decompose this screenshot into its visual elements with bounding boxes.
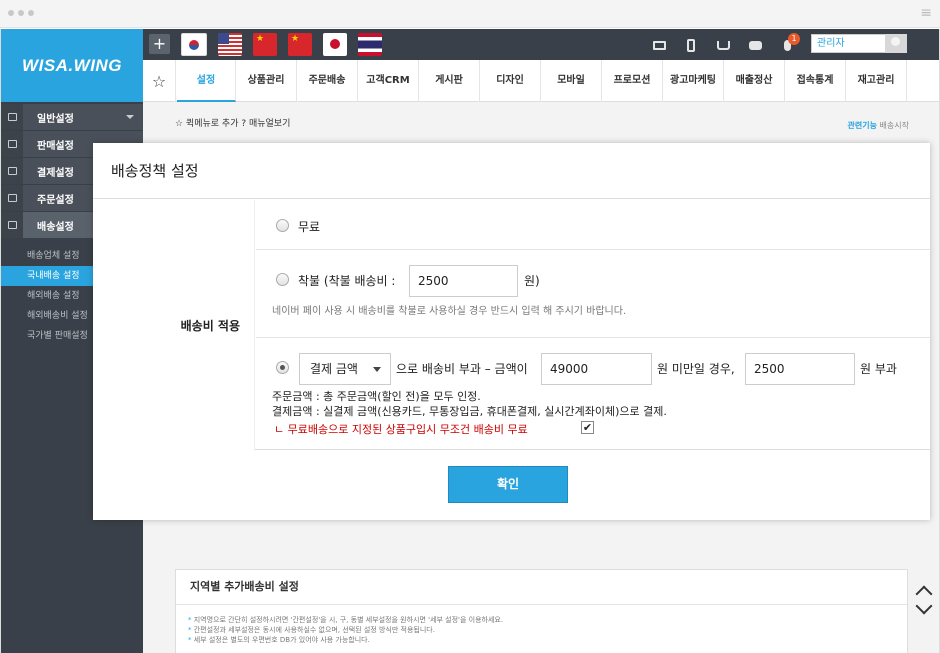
conditional-radio[interactable] [276, 361, 289, 374]
mobile-icon[interactable] [675, 37, 707, 53]
amount-type-select[interactable]: 결제 금액 [299, 353, 391, 385]
basket-icon[interactable] [707, 37, 739, 53]
sidebar-item-label: 일반설정 [37, 113, 74, 125]
monitor-icon[interactable] [643, 37, 675, 53]
free-radio[interactable] [276, 219, 289, 232]
shipping-policy-modal: 배송정책 설정 배송비 적용 무료 착불 (착불 배송비 : 2500 원) 네… [93, 143, 930, 520]
region-note: 지역명으로 간단히 설정하시려면 '간편설정'을 시, 구, 동별 세부설정을 … [188, 615, 907, 625]
chevron-down-icon [126, 115, 134, 119]
top-bar: + 1 관리자 [143, 29, 939, 60]
tab-inventory[interactable]: 재고관리 [846, 60, 907, 102]
tab-settings[interactable]: 설정 [177, 60, 236, 102]
sidebar-item-label: 결제설정 [37, 167, 74, 179]
tab-ad-marketing[interactable]: 광고마케팅 [663, 60, 724, 102]
tab-orders[interactable]: 주문배송 [297, 60, 358, 102]
row-label: 배송비 적용 [93, 200, 255, 450]
region-panel-title: 지역별 추가배송비 설정 [176, 570, 907, 605]
option-free-label: 무료 [298, 220, 321, 234]
flag-korea-icon[interactable] [181, 33, 207, 56]
related-label: 관련기능 [847, 121, 877, 130]
option-free-row: 무료 [256, 200, 930, 250]
free-product-checkbox[interactable]: ✔ [581, 421, 594, 434]
conditional-fee-input[interactable]: 2500 [745, 353, 855, 385]
tab-board[interactable]: 게시판 [419, 60, 480, 102]
related-link[interactable]: 배송시작 [880, 121, 909, 130]
notification-badge: 1 [788, 33, 800, 45]
microphone-icon[interactable]: 1 [771, 33, 803, 53]
conditional-text-3: 원 부과 [860, 362, 897, 376]
document-icon [1, 185, 23, 211]
flag-china-icon[interactable] [253, 33, 277, 56]
tab-statistics[interactable]: 접속통계 [785, 60, 846, 102]
rule-order-amount: 주문금액 : 총 주문금액(할인 전)을 모두 인정. [272, 390, 481, 403]
cod-note: 네이버 페이 사용 시 배송비를 착불로 사용하실 경우 반드시 입력 해 주시… [272, 306, 627, 317]
tab-mobile[interactable]: 모바일 [541, 60, 602, 102]
option-cod-row: 착불 (착불 배송비 : 2500 원) 네이버 페이 사용 시 배송비를 착불… [256, 250, 930, 338]
logo[interactable]: WISA.WING [1, 29, 143, 102]
tab-sales-settlement[interactable]: 매출정산 [724, 60, 785, 102]
tab-promotion[interactable]: 프로모션 [602, 60, 663, 102]
main-nav: ☆ 설정 상품관리 주문배송 고객CRM 게시판 디자인 모바일 프로모션 광고… [143, 60, 939, 102]
rule-payment-amount: 결제금액 : 실결제 금액(신용카드, 무통장입금, 휴대폰결제, 실시간계좌이… [272, 405, 667, 418]
wallet-icon [1, 158, 23, 184]
language-flags [181, 33, 382, 56]
conditional-text-1: 으로 배송비 부과 – 금액이 [396, 362, 528, 376]
nav-tabs: 설정 상품관리 주문배송 고객CRM 게시판 디자인 모바일 프로모션 광고마케… [177, 60, 907, 102]
sidebar-item-label: 배송설정 [37, 221, 74, 233]
free-product-note: ㄴ 무료배송으로 지정된 상품구입시 무조건 배송비 무료 [274, 423, 528, 436]
browser-chrome: ≡ [0, 0, 940, 28]
general-icon [1, 104, 23, 130]
flag-japan-icon[interactable] [323, 33, 347, 56]
region-note: 간편설정과 세부설정은 동시에 사용하실수 없으며, 선택된 설정 방식만 적용… [188, 625, 907, 635]
tab-design[interactable]: 디자인 [480, 60, 541, 102]
chat-icon[interactable] [739, 37, 771, 53]
cod-fee-unit: 원) [524, 274, 540, 288]
truck-icon [1, 212, 23, 238]
policy-table: 배송비 적용 무료 착불 (착불 배송비 : 2500 원) 네이버 페이 사용… [93, 200, 930, 450]
cod-fee-input[interactable]: 2500 [409, 265, 518, 297]
modal-title: 배송정책 설정 [93, 143, 930, 199]
region-fee-panel: 지역별 추가배송비 설정 지역명으로 간단히 설정하시려면 '간편설정'을 시,… [175, 569, 908, 653]
option-conditional-row: 결제 금액 으로 배송비 부과 – 금액이 49000 원 미만일 경우, 25… [256, 338, 930, 450]
option-cod-label: 착불 (착불 배송비 : [298, 274, 396, 288]
confirm-button[interactable]: 확인 [448, 466, 568, 503]
sidebar-item-general[interactable]: 일반설정 [1, 104, 143, 130]
window-dots [8, 10, 34, 16]
scroll-arrows [915, 583, 935, 623]
top-icons: 1 [643, 33, 803, 53]
tab-products[interactable]: 상품관리 [236, 60, 297, 102]
related-features[interactable]: 관련기능 배송시작 [844, 120, 909, 131]
browser-menu-icon[interactable]: ≡ [920, 6, 932, 20]
flag-china-traditional-icon[interactable] [288, 33, 312, 56]
region-note: 세부 설정은 별도의 우편번호 DB가 있어야 사용 가능합니다. [188, 635, 907, 645]
flag-usa-icon[interactable] [218, 33, 242, 56]
mail-icon [1, 131, 23, 157]
chevron-down-icon[interactable] [915, 603, 933, 615]
quickmenu-bar[interactable]: ☆ 퀵메뉴로 추가 ? 매뉴얼보기 [175, 116, 290, 129]
avatar[interactable] [885, 34, 907, 53]
threshold-input[interactable]: 49000 [541, 353, 652, 385]
flag-thailand-icon[interactable] [358, 33, 382, 56]
region-notes: 지역명으로 간단히 설정하시려면 '간편설정'을 시, 구, 동별 세부설정을 … [176, 605, 907, 645]
chevron-up-icon[interactable] [915, 583, 933, 595]
add-shop-button[interactable]: + [149, 34, 170, 54]
sidebar-item-label: 주문설정 [37, 194, 74, 206]
star-icon[interactable]: ☆ [143, 60, 176, 102]
sidebar-item-label: 판매설정 [37, 140, 74, 152]
conditional-text-2: 원 미만일 경우, [657, 362, 735, 376]
cod-radio[interactable] [276, 273, 289, 286]
tab-crm[interactable]: 고객CRM [358, 60, 419, 102]
